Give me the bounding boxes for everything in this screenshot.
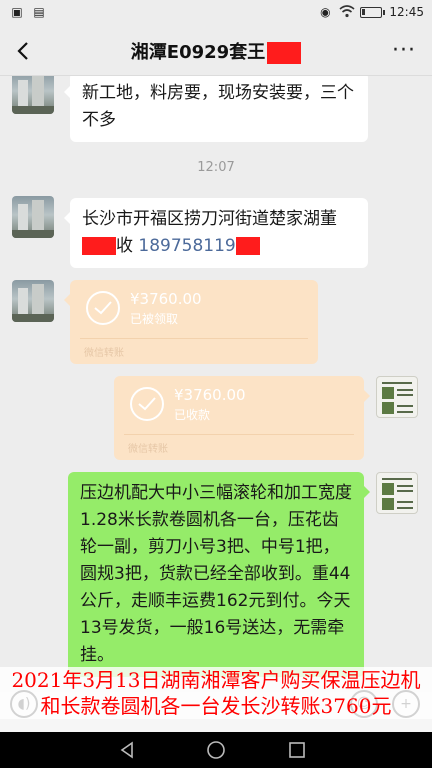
message-bubble[interactable]: 压边机配大中小三幅滚轮和加工宽度1.28米长款卷圆机各一台，压花齿轮一副，剪刀小… [68, 472, 370, 677]
transfer-source: 微信转账 [84, 348, 124, 359]
caption-line-2: 和长款卷圆机各一台发长沙转账3760元 [40, 694, 392, 718]
notification-icon: ▤ [33, 5, 45, 19]
home-circle-icon[interactable] [205, 740, 227, 760]
phone-number-link[interactable]: 189758119 [138, 236, 235, 256]
transfer-status: 已被领取 [130, 312, 179, 326]
transfer-card[interactable]: ¥3760.00 已被领取 微信转账 [64, 280, 318, 364]
eye-comfort-icon: ◉ [320, 5, 331, 19]
divider [80, 338, 308, 339]
chat-title: 湘潭E0929套王 [0, 38, 432, 64]
redaction-mark [267, 42, 302, 64]
transfer-status: 已收款 [174, 408, 211, 422]
my-avatar[interactable] [376, 472, 418, 514]
transfer-amount: ¥3760.00 [174, 386, 246, 404]
transfer-source: 微信转账 [128, 444, 168, 455]
message-text: 新工地，料房要，现场安装要，三个不多 [82, 83, 354, 130]
status-bar: ▣ ▤ ◉ 12:45 [0, 0, 432, 26]
recents-square-icon[interactable] [286, 740, 308, 760]
contact-avatar[interactable] [12, 76, 54, 114]
message-timestamp: 12:07 [197, 160, 235, 175]
chat-messages[interactable]: 新工地，料房要，现场安装要，三个不多 12:07 长沙市开福区捞刀河街道楚家湖董… [0, 76, 432, 692]
wifi-icon [339, 5, 355, 19]
redaction-mark [82, 237, 116, 255]
back-triangle-icon[interactable] [116, 740, 138, 760]
battery-icon [360, 6, 386, 18]
message-bubble[interactable]: 长沙市开福区捞刀河街道楚家湖董收 189758119 [64, 198, 368, 268]
more-options-button[interactable]: ··· [392, 38, 416, 63]
transfer-amount: ¥3760.00 [130, 290, 202, 308]
caption-line-1: 2021年3月13日湖南湘潭客户购买保温压边机 [11, 668, 421, 692]
message-text: 收 [116, 236, 133, 256]
chat-title-text: 湘潭E0929套王 [130, 42, 266, 63]
chat-header: 湘潭E0929套王 ··· [0, 26, 432, 76]
my-avatar[interactable] [376, 376, 418, 418]
check-icon [86, 291, 120, 325]
message-text: 长沙市开福区捞刀河街道楚家湖董 [82, 209, 337, 229]
system-navigation-bar [0, 732, 432, 768]
caption-overlay: 2021年3月13日湖南湘潭客户购买保温压边机 和长款卷圆机各一台发长沙转账37… [0, 667, 432, 719]
message-bubble[interactable]: 新工地，料房要，现场安装要，三个不多 [64, 76, 368, 142]
divider [124, 434, 354, 435]
redaction-mark [235, 237, 260, 255]
message-text: 压边机配大中小三幅滚轮和加工宽度1.28米长款卷圆机各一台，压花齿轮一副，剪刀小… [80, 483, 352, 665]
contact-avatar[interactable] [12, 196, 54, 238]
check-icon [130, 387, 164, 421]
status-time: 12:45 [389, 5, 424, 19]
contact-avatar[interactable] [12, 280, 54, 322]
app-notification-icon: ▣ [11, 5, 23, 19]
transfer-card[interactable]: ¥3760.00 已收款 微信转账 [114, 376, 370, 460]
